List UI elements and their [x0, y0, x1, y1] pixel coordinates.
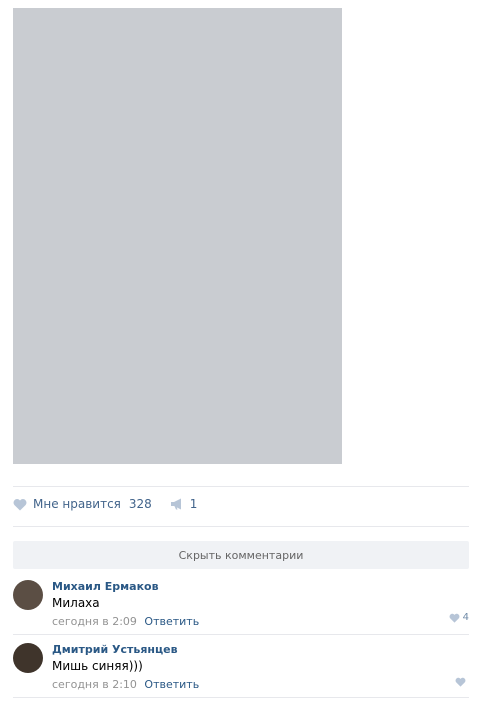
reply-button[interactable]: Ответить	[144, 615, 199, 628]
divider	[13, 526, 469, 527]
like-count: 328	[128, 497, 152, 511]
comment-item: Дмитрий Устьянцев Мишь синяя))) сегодня …	[13, 643, 469, 693]
divider	[13, 697, 469, 698]
comment-author[interactable]: Михаил Ермаков	[52, 580, 469, 593]
comment-meta: сегодня в 2:09 Ответить	[52, 615, 469, 628]
divider	[13, 634, 469, 635]
heart-icon	[449, 613, 460, 623]
comment-text: Милаха	[52, 596, 100, 610]
comment-text: Мишь синяя)))	[52, 659, 143, 673]
heart-icon	[455, 677, 466, 687]
comment-body: Дмитрий Устьянцев Мишь синяя))) сегодня …	[52, 643, 469, 691]
reply-button[interactable]: Ответить	[144, 678, 199, 691]
share-button[interactable]: 1	[170, 497, 198, 511]
comment-time[interactable]: сегодня в 2:09	[52, 615, 137, 628]
avatar[interactable]	[13, 643, 43, 673]
like-label: Мне нравится	[33, 497, 121, 511]
comment-like-button[interactable]	[455, 677, 469, 687]
wall-post: Мне нравится 328 1 Скрыть комментарии Ми…	[0, 0, 481, 701]
comment-item: Михаил Ермаков Милаха сегодня в 2:09 Отв…	[13, 580, 469, 630]
comment-body: Михаил Ермаков Милаха сегодня в 2:09 Отв…	[52, 580, 469, 628]
comment-meta: сегодня в 2:10 Ответить	[52, 678, 469, 691]
comment-time[interactable]: сегодня в 2:10	[52, 678, 137, 691]
comment-author[interactable]: Дмитрий Устьянцев	[52, 643, 469, 656]
comment-like-button[interactable]: 4	[449, 612, 469, 623]
like-button[interactable]: Мне нравится 328	[13, 497, 170, 511]
post-photo[interactable]	[13, 8, 342, 464]
comment-like-count: 4	[462, 612, 469, 623]
hide-comments-button[interactable]: Скрыть комментарии	[13, 541, 469, 569]
share-count: 1	[189, 497, 198, 511]
avatar[interactable]	[13, 580, 43, 610]
post-actions: Мне нравится 328 1	[13, 497, 197, 511]
heart-icon	[13, 498, 27, 510]
divider	[13, 486, 469, 487]
megaphone-icon	[170, 498, 181, 510]
